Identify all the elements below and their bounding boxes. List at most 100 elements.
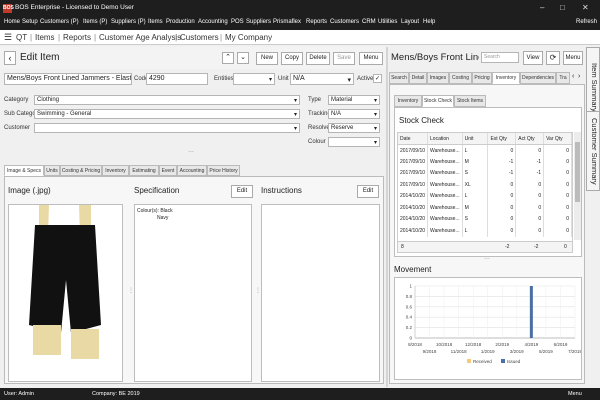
menu-suppliers-p[interactable]: Suppliers (P) [111, 19, 146, 25]
table-cell: L [462, 190, 489, 202]
menu-button[interactable]: Menu [359, 52, 383, 65]
instructions-edit-button[interactable]: Edit [357, 185, 379, 198]
breadcrumb-customers[interactable]: Customers [180, 33, 219, 42]
minimize-icon[interactable]: – [540, 3, 544, 12]
unit-dropdown[interactable]: N/A ▾ [290, 73, 354, 85]
side-tab-customer-summary[interactable]: Customer Summary [586, 111, 600, 191]
table-scrollbar[interactable] [574, 132, 581, 240]
menu-layout[interactable]: Layout [401, 19, 419, 25]
tab-units[interactable]: Units [44, 165, 60, 176]
menu-home[interactable]: Home [4, 19, 20, 25]
table-row[interactable]: 2017/09/10 Warehouse... M -1 -1 0 [398, 156, 572, 168]
tab-tra[interactable]: Tra [556, 72, 570, 84]
table-row[interactable]: 2014/10/20 Warehouse... L 0 0 0 [398, 225, 572, 237]
tracking-dropdown[interactable]: N/A ▾ [328, 109, 380, 119]
splitter-handle[interactable]: … [188, 148, 194, 154]
refresh-button[interactable]: Refresh [576, 19, 597, 25]
column-header-unit[interactable]: Unit [462, 133, 489, 145]
menu-setup[interactable]: Setup [22, 19, 38, 25]
menu-production[interactable]: Production [166, 19, 195, 25]
menu-customers[interactable]: Customers [330, 19, 359, 25]
spec-edit-button[interactable]: Edit [231, 185, 253, 198]
tab-dependencies[interactable]: Dependencies [520, 72, 556, 84]
menu-items-p[interactable]: Items (P) [83, 19, 107, 25]
tab-accounting[interactable]: Accounting [177, 165, 207, 176]
subtab-stock-items[interactable]: Stock Items [454, 95, 486, 107]
tab-pricing[interactable]: Pricing [472, 72, 492, 84]
tab-estimating[interactable]: Estimating [129, 165, 159, 176]
type-label: Type [308, 97, 322, 103]
tab-scroll-right-icon[interactable]: › [578, 73, 580, 80]
view-button[interactable]: View [523, 51, 543, 65]
menu-pos[interactable]: POS [231, 19, 244, 25]
instructions-panel[interactable] [261, 204, 380, 382]
arrow-up-icon[interactable]: ⌃ [222, 52, 234, 64]
tab-right-inventory[interactable]: Inventory [492, 72, 520, 84]
maximize-icon[interactable]: □ [560, 3, 565, 12]
tab-search[interactable]: Search [389, 72, 409, 84]
table-row[interactable]: 2014/10/20 Warehouse... S 0 0 0 [398, 213, 572, 225]
tab-event[interactable]: Event [159, 165, 177, 176]
status-menu[interactable]: Menu [568, 391, 582, 397]
tab-costing[interactable]: Costing [449, 72, 472, 84]
tab-image-specs[interactable]: Image & Specs [4, 165, 44, 176]
table-row[interactable]: 2017/09/10 Warehouse... S -1 -1 0 [398, 167, 572, 179]
menu-prismaflex[interactable]: Prismaflex [273, 19, 301, 25]
breadcrumb-qt[interactable]: QT [16, 33, 27, 42]
tab-scroll-left-icon[interactable]: ‹ [572, 73, 574, 80]
breadcrumb-my-company[interactable]: My Company [225, 33, 272, 42]
breadcrumb-items[interactable]: Items [35, 33, 55, 42]
column-header-ext-qty[interactable]: Ext Qty [487, 133, 517, 145]
menu-icon[interactable]: ☰ [4, 32, 12, 43]
subtab-inventory[interactable]: Inventory [394, 95, 422, 107]
subtab-stock-check[interactable]: Stock Check [422, 95, 454, 107]
resolve-dropdown[interactable]: Reserve ▾ [328, 123, 380, 133]
close-icon[interactable]: ✕ [582, 3, 589, 12]
category-value: Clothing [37, 97, 60, 103]
tab-costing-pricing[interactable]: Costing & Pricing [60, 165, 102, 176]
save-button[interactable]: Save [333, 52, 355, 65]
menu-accounting[interactable]: Accounting [198, 19, 228, 25]
column-header-var-qty[interactable]: Var Qty [543, 133, 572, 145]
category-dropdown[interactable]: Clothing ▾ [34, 95, 300, 105]
table-row[interactable]: 2014/10/20 Warehouse... M 0 0 0 [398, 202, 572, 214]
menu-utilities[interactable]: Utilities [378, 19, 397, 25]
breadcrumb-customer-age-analysis[interactable]: Customer Age Analysis [99, 33, 181, 42]
menu-help[interactable]: Help [423, 19, 435, 25]
tab-detail[interactable]: Detail [409, 72, 427, 84]
column-header-location[interactable]: Location [427, 133, 463, 145]
new-button[interactable]: New [256, 52, 278, 65]
table-row[interactable]: 2017/09/10 Warehouse... XL 0 0 0 [398, 179, 572, 191]
refresh-icon[interactable]: ⟳ [546, 51, 560, 65]
menu-customers-p[interactable]: Customers (P) [40, 19, 79, 25]
code-field[interactable]: 4290 [146, 73, 208, 85]
back-icon[interactable]: ‹ [4, 51, 16, 65]
subcategory-dropdown[interactable]: Swimming - General ▾ [34, 109, 300, 119]
menu-crm[interactable]: CRM [362, 19, 376, 25]
tab-inventory[interactable]: Inventory [102, 165, 129, 176]
entities-dropdown[interactable]: ▾ [233, 73, 275, 85]
vertical-splitter[interactable] [386, 47, 388, 387]
active-checkbox[interactable]: ✓ [373, 74, 382, 83]
table-row[interactable]: 2014/10/20 Warehouse... L 0 0 0 [398, 190, 572, 202]
delete-button[interactable]: Delete [306, 52, 330, 65]
right-menu-button[interactable]: Menu [563, 51, 583, 65]
breadcrumb-reports[interactable]: Reports [63, 33, 91, 42]
colour-dropdown[interactable]: ▾ [328, 137, 380, 147]
tab-price-history[interactable]: Price History [207, 165, 240, 176]
customer-dropdown[interactable]: ▾ [34, 123, 300, 133]
table-row[interactable]: 2017/09/10 Warehouse... L 0 0 0 [398, 144, 572, 156]
description-field[interactable]: Mens/Boys Front Lined Jammers - Elastic [4, 73, 132, 85]
table-cell: -1 [515, 156, 545, 168]
tab-images[interactable]: Images [427, 72, 449, 84]
menu-suppliers[interactable]: Suppliers [246, 19, 271, 25]
menu-items[interactable]: Items [148, 19, 163, 25]
search-input[interactable]: Search [481, 52, 519, 63]
column-header-date[interactable]: Date [398, 133, 429, 145]
arrow-down-icon[interactable]: ⌄ [237, 52, 249, 64]
copy-button[interactable]: Copy [281, 52, 303, 65]
menu-reports[interactable]: Reports [306, 19, 327, 25]
column-header-act-qty[interactable]: Act Qty [515, 133, 545, 145]
type-dropdown[interactable]: Material ▾ [328, 95, 380, 105]
splitter-handle[interactable]: … [484, 255, 490, 261]
